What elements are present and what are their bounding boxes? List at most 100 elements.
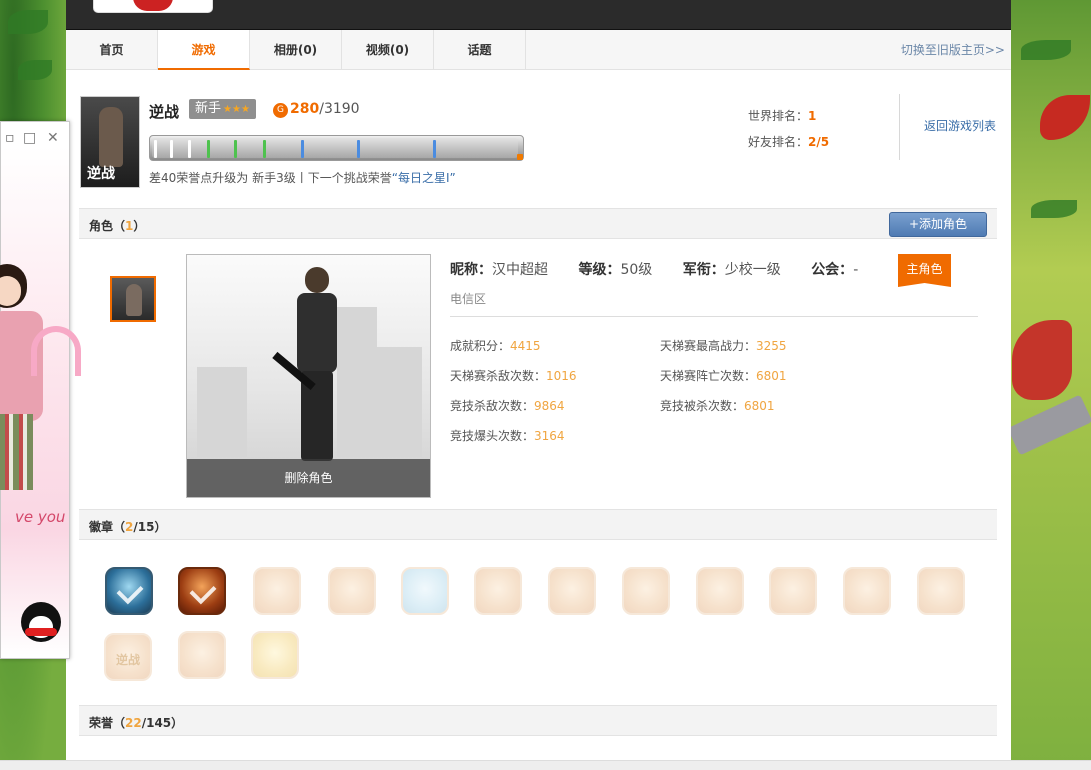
military-rank-value: 少校一级 [724,262,781,278]
badge-logo-text: 逆战 [115,653,140,667]
tab-topics[interactable]: 话题 [434,30,526,70]
role-info-row: 昵称：汉中超超 等级：50级 军衔：少校一级 公会：- [450,259,858,279]
honor-coin-icon: G [273,103,288,118]
level-value: 50级 [620,262,653,278]
divider [450,316,978,317]
friend-rank-label: 好友排名： [748,135,809,149]
maximize-icon[interactable]: □ [23,130,36,146]
stat-value: 6801 [744,399,775,413]
progress-marker [517,154,523,160]
divider [899,94,900,160]
stat-label: 成就积分： [450,339,511,353]
nickname-label: 昵称： [450,262,492,278]
skull-badge-icon[interactable] [253,567,301,615]
game-title[interactable]: 逆战 [149,101,179,122]
stat-label: 天梯赛最高战力： [660,339,757,353]
emblem-badge-icon[interactable] [769,567,817,615]
level-label: 等级： [578,262,621,278]
diamond-badge-icon[interactable] [401,567,449,615]
tab-album[interactable]: 相册(0) [250,30,342,70]
stat-value: 4415 [510,339,541,353]
stat-value: 1016 [546,369,577,383]
rank-chevron-badge-icon[interactable] [178,567,226,615]
badges-total: /15 [133,520,155,534]
progress-tick [234,140,237,158]
roles-title: 角色（ [89,219,126,233]
game-thumbnail[interactable]: 逆战 [80,96,140,188]
stat-item: 天梯赛杀敌次数：1016 [450,367,577,384]
stat-value: 3255 [756,339,787,353]
progress-tick [170,140,173,158]
friend-rank: 好友排名：2/5 [748,133,829,150]
minimize-icon[interactable]: ▫ [5,130,15,146]
delete-role-button[interactable]: 删除角色 [187,459,430,497]
stat-item: 天梯赛最高战力：3255 [660,337,787,354]
popup-art-text: ve you [15,508,66,526]
user-avatar[interactable] [93,0,213,13]
soldier-figure [272,267,345,463]
qq-penguin-icon[interactable] [21,602,61,642]
game-logo-text: 逆战 [87,166,115,182]
upgrade-hint-text: 差40荣誉点升级为 新手3级丨下一个挑战荣誉 [149,171,392,185]
stat-item: 竞技爆头次数：3164 [450,427,565,444]
honor-points-total: /3190 [319,101,360,117]
back-to-games-link[interactable]: 返回游戏列表 [924,117,996,134]
nickname-value: 汉中超超 [492,262,548,278]
progress-tick [154,140,157,158]
badges-title: 徽章（ [89,520,126,534]
world-rank-value: 1 [808,109,817,123]
progress-tick [263,140,266,158]
character-badge-icon[interactable] [251,631,299,679]
progress-tick [357,140,360,158]
tab-home[interactable]: 首页 [66,30,158,70]
stat-item: 竞技被杀次数：6801 [660,397,775,414]
stat-item: 成就积分：4415 [450,337,541,354]
progress-tick [301,140,304,158]
star-badge-icon[interactable] [548,567,596,615]
honor-progress-bar [149,135,524,161]
progress-tick [207,140,210,158]
badges-title-close: ） [154,520,167,534]
close-icon[interactable]: ✕ [47,130,59,146]
roles-title-close: ） [133,219,146,233]
hammer-badge-icon[interactable] [622,567,670,615]
stat-value: 3164 [534,429,565,443]
stat-item: 天梯赛阵亡次数：6801 [660,367,787,384]
main-role-badge: 主角色 [898,254,951,287]
helmet-badge-icon[interactable] [843,567,891,615]
honors-section-header: 荣誉（22/145） [79,705,997,736]
next-honor-link[interactable]: “每日之星Ⅰ” [392,171,456,185]
floating-ad-popup[interactable]: ▫ □ ✕ ve you [0,121,81,659]
rocket-badge-icon[interactable] [474,567,522,615]
honors-section-title: 荣誉（22/145） [89,714,183,731]
medal-badge-icon[interactable] [696,567,744,615]
portrait-badge-icon[interactable] [178,631,226,679]
roles-section-title: 角色（1） [89,217,145,234]
military-rank-label: 军衔： [682,262,725,278]
switch-old-version-link[interactable]: 切换至旧版主页>> [901,30,1005,70]
stat-value: 6801 [756,369,787,383]
tab-games[interactable]: 游戏 [158,30,250,70]
leaf-decoration [1031,200,1077,218]
top-bar [66,0,1011,30]
leaf-decoration [18,60,52,80]
leaf-decoration [8,10,48,34]
popup-artwork: ve you [0,146,81,656]
guild-value: - [853,262,859,278]
stat-label: 天梯赛杀敌次数： [450,369,547,383]
rank-chevron-badge-icon[interactable] [105,567,153,615]
world-rank: 世界排名：1 [748,107,816,124]
progress-tick [433,140,436,158]
add-role-button[interactable]: +添加角色 [889,212,987,237]
guild-label: 公会： [811,262,854,278]
role-avatar-thumb[interactable] [110,276,156,322]
wings-badge-icon[interactable] [328,567,376,615]
game-logo-badge-icon[interactable]: 逆战 [104,633,152,681]
stat-item: 竞技杀敌次数：9864 [450,397,565,414]
server-label: 电信区 [450,292,487,306]
city-backdrop [377,347,422,457]
tab-videos[interactable]: 视频(0) [342,30,434,70]
honors-title: 荣誉（ [89,716,126,730]
globe-badge-icon[interactable] [917,567,965,615]
friend-rank-value[interactable]: 2/5 [808,135,829,149]
